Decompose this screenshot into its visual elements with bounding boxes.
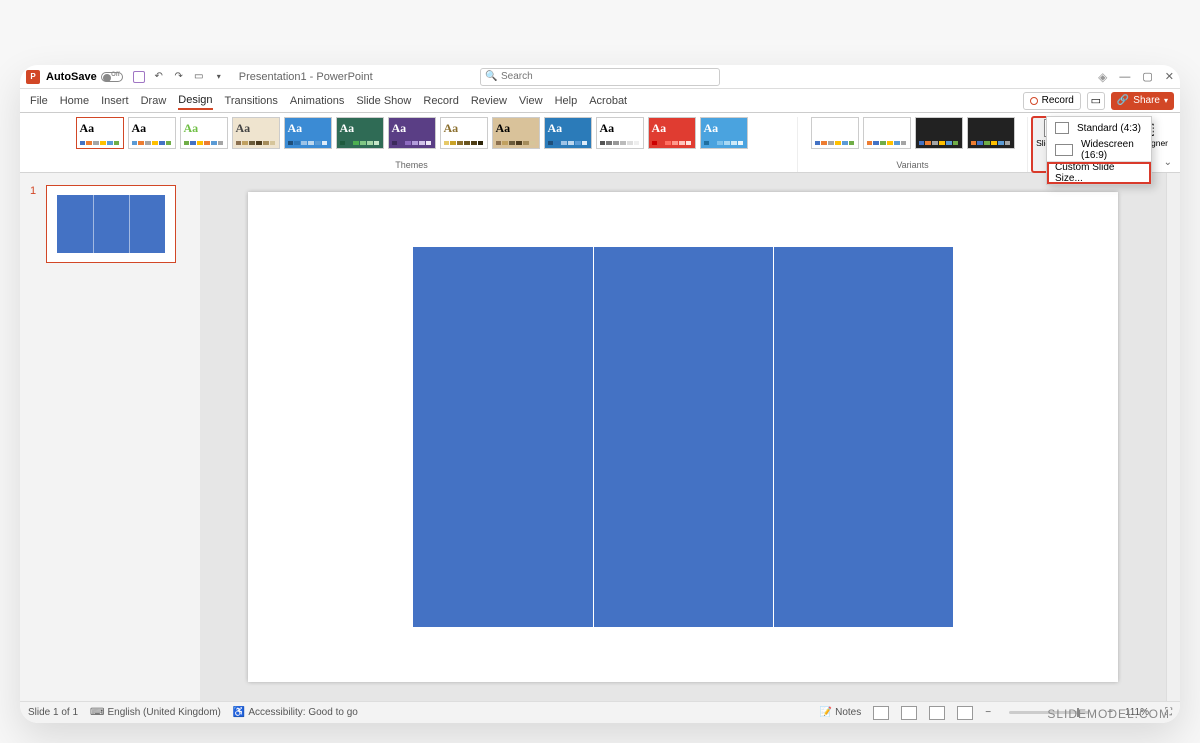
slide-thumbnail[interactable] bbox=[46, 185, 176, 263]
quick-access-toolbar: ↶ ↷ ▭ ▾ bbox=[133, 71, 225, 83]
theme-option[interactable]: Aa bbox=[284, 117, 332, 149]
normal-view-button[interactable] bbox=[873, 706, 889, 720]
themes-group: AaAaAaAaAaAaAaAaAaAaAaAaAa Themes bbox=[26, 117, 798, 172]
present-icon[interactable]: ▭ bbox=[193, 71, 205, 83]
share-label: Share bbox=[1133, 95, 1160, 106]
theme-option[interactable]: Aa bbox=[76, 117, 124, 149]
ribbon: AaAaAaAaAaAaAaAaAaAaAaAaAa Themes Varian… bbox=[20, 113, 1180, 173]
collapse-ribbon-icon[interactable]: ⌄ bbox=[1164, 157, 1172, 168]
ratio-169-icon bbox=[1055, 144, 1073, 156]
workspace: 1 bbox=[20, 173, 1180, 701]
tab-record[interactable]: Record bbox=[423, 93, 458, 109]
slide-shape-rectangle[interactable] bbox=[413, 247, 953, 627]
slideshow-view-button[interactable] bbox=[957, 706, 973, 720]
accessibility-status[interactable]: ♿Accessibility: Good to go bbox=[233, 707, 358, 718]
theme-option[interactable]: Aa bbox=[544, 117, 592, 149]
minimize-button[interactable]: — bbox=[1119, 71, 1130, 83]
vertical-scrollbar[interactable] bbox=[1166, 173, 1180, 701]
theme-option[interactable]: Aa bbox=[700, 117, 748, 149]
variant-option[interactable] bbox=[915, 117, 963, 149]
tab-insert[interactable]: Insert bbox=[101, 93, 129, 109]
theme-option[interactable]: Aa bbox=[492, 117, 540, 149]
tab-help[interactable]: Help bbox=[555, 93, 578, 109]
theme-option[interactable]: Aa bbox=[648, 117, 696, 149]
slide-canvas[interactable] bbox=[248, 192, 1118, 682]
share-button[interactable]: 🔗 Share ▾ bbox=[1111, 92, 1174, 110]
variant-option[interactable] bbox=[863, 117, 911, 149]
variants-group-label: Variants bbox=[896, 158, 928, 172]
search-input[interactable] bbox=[480, 68, 720, 86]
zoom-out-button[interactable]: − bbox=[985, 707, 991, 718]
reading-view-button[interactable] bbox=[929, 706, 945, 720]
save-icon[interactable] bbox=[133, 71, 145, 83]
ratio-43-icon bbox=[1055, 122, 1069, 134]
share-icon: 🔗 bbox=[1117, 95, 1129, 106]
qat-more-icon[interactable]: ▾ bbox=[213, 71, 225, 83]
theme-option[interactable]: Aa bbox=[596, 117, 644, 149]
theme-option[interactable]: Aa bbox=[232, 117, 280, 149]
record-icon bbox=[1030, 97, 1038, 105]
language-status[interactable]: ⌨English (United Kingdom) bbox=[90, 707, 221, 718]
chevron-down-icon: ▾ bbox=[1164, 96, 1168, 105]
document-title: Presentation1 - PowerPoint bbox=[239, 71, 373, 83]
watermark: SLIDEMODEL.COM bbox=[1047, 707, 1170, 721]
theme-option[interactable]: Aa bbox=[388, 117, 436, 149]
tab-animations[interactable]: Animations bbox=[290, 93, 344, 109]
themes-group-label: Themes bbox=[395, 158, 428, 172]
theme-option[interactable]: Aa bbox=[180, 117, 228, 149]
ribbon-tabs: File Home Insert Draw Design Transitions Anima… bbox=[20, 89, 1180, 113]
tab-file[interactable]: File bbox=[30, 93, 48, 109]
slide-editor[interactable] bbox=[200, 173, 1166, 701]
theme-option[interactable]: Aa bbox=[128, 117, 176, 149]
status-bar: Slide 1 of 1 ⌨English (United Kingdom) ♿… bbox=[20, 701, 1180, 723]
record-label: Record bbox=[1042, 95, 1074, 106]
redo-icon[interactable]: ↷ bbox=[173, 71, 185, 83]
autosave-label: AutoSave bbox=[46, 71, 97, 83]
title-bar: P AutoSave Off ↶ ↷ ▭ ▾ Presentation1 - P… bbox=[20, 65, 1180, 89]
tab-acrobat[interactable]: Acrobat bbox=[589, 93, 627, 109]
theme-option[interactable]: Aa bbox=[336, 117, 384, 149]
slide-number: 1 bbox=[30, 185, 36, 197]
autosave-toggle[interactable]: AutoSave Off bbox=[46, 71, 123, 83]
undo-icon[interactable]: ↶ bbox=[153, 71, 165, 83]
widescreen-169-option[interactable]: Widescreen (16:9) bbox=[1047, 139, 1151, 161]
custom-slide-size-label: Custom Slide Size... bbox=[1055, 162, 1143, 184]
slide-count: Slide 1 of 1 bbox=[28, 707, 78, 718]
close-button[interactable]: ✕ bbox=[1165, 70, 1174, 83]
variant-option[interactable] bbox=[967, 117, 1015, 149]
search-icon: 🔍 bbox=[485, 71, 497, 82]
maximize-button[interactable]: ▢ bbox=[1142, 70, 1152, 83]
variants-group: Variants bbox=[798, 117, 1028, 172]
tab-transitions[interactable]: Transitions bbox=[225, 93, 278, 109]
slide-thumbnails-panel[interactable]: 1 bbox=[20, 173, 200, 701]
sorter-view-button[interactable] bbox=[901, 706, 917, 720]
standard-43-option[interactable]: Standard (4:3) bbox=[1047, 117, 1151, 139]
tab-home[interactable]: Home bbox=[60, 93, 89, 109]
tab-design[interactable]: Design bbox=[178, 92, 212, 110]
notes-button[interactable]: 📝 Notes bbox=[820, 707, 861, 718]
tab-slide-show[interactable]: Slide Show bbox=[356, 93, 411, 109]
slide-size-dropdown: Standard (4:3) Widescreen (16:9) Custom … bbox=[1046, 116, 1152, 185]
present-mode-button[interactable]: ▭ bbox=[1087, 92, 1105, 110]
theme-option[interactable]: Aa bbox=[440, 117, 488, 149]
widescreen-169-label: Widescreen (16:9) bbox=[1081, 139, 1143, 161]
toggle-switch[interactable]: Off bbox=[101, 72, 123, 82]
custom-slide-size-option[interactable]: Custom Slide Size... bbox=[1047, 162, 1151, 184]
variant-option[interactable] bbox=[811, 117, 859, 149]
standard-43-label: Standard (4:3) bbox=[1077, 123, 1141, 134]
record-button[interactable]: Record bbox=[1023, 92, 1081, 110]
app-icon: P bbox=[26, 70, 40, 84]
account-icon[interactable]: ◈ bbox=[1098, 70, 1107, 84]
tab-view[interactable]: View bbox=[519, 93, 543, 109]
tab-draw[interactable]: Draw bbox=[141, 93, 167, 109]
slide-thumbnail-content bbox=[57, 195, 165, 253]
tab-review[interactable]: Review bbox=[471, 93, 507, 109]
